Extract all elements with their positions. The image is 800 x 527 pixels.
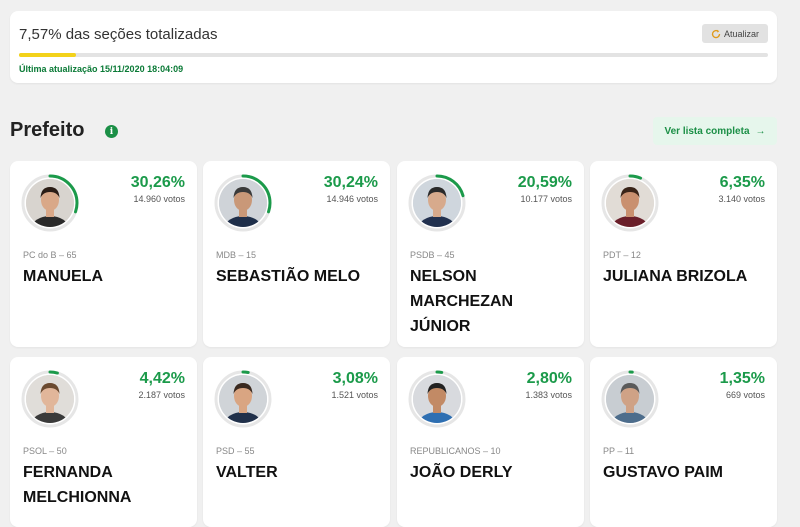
vote-count: 14.960 votos: [133, 194, 185, 204]
candidate-avatar: [21, 174, 79, 232]
candidate-avatar: [214, 174, 272, 232]
party-number: PP – 11: [603, 446, 635, 456]
section-title: Prefeito: [10, 119, 85, 141]
candidate-avatar: [408, 370, 466, 428]
candidate-card[interactable]: 4,42% 2.187 votos PSOL – 50 FERNANDA MEL…: [10, 357, 197, 527]
last-update-text: Última atualização 15/11/2020 18:04:09: [19, 64, 184, 74]
vote-count: 10.177 votos: [520, 194, 572, 204]
candidate-name: SEBASTIÃO MELO: [216, 268, 361, 285]
candidate-card[interactable]: 2,80% 1.383 votos REPUBLICANOS – 10 JOÃO…: [397, 357, 584, 527]
candidate-card[interactable]: 20,59% 10.177 votos PSDB – 45 NELSON MAR…: [397, 161, 584, 347]
candidate-photo: [413, 375, 461, 423]
party-number: PSD – 55: [216, 446, 255, 456]
candidate-avatar: [601, 370, 659, 428]
vote-percentage: 1,35%: [719, 370, 765, 387]
candidate-photo: [26, 375, 74, 423]
vote-count: 1.521 votos: [331, 390, 378, 400]
candidate-photo: [606, 179, 654, 227]
candidate-photo: [26, 179, 74, 227]
party-number: PSOL – 50: [23, 446, 67, 456]
refresh-label: Atualizar: [723, 28, 759, 39]
vote-count: 669 votos: [725, 390, 765, 400]
party-number: PDT – 12: [603, 250, 641, 260]
candidate-name: GUSTAVO PAIM: [603, 464, 723, 481]
candidate-avatar: [408, 174, 466, 232]
totalization-progress-bar: [19, 53, 768, 57]
vote-percentage: 4,42%: [139, 370, 185, 387]
candidate-card[interactable]: 6,35% 3.140 votos PDT – 12 JULIANA BRIZO…: [590, 161, 777, 347]
totalization-title: 7,57% das seções totalizadas: [19, 26, 218, 43]
party-number: MDB – 15: [216, 250, 257, 260]
candidate-name: FERNANDA MELCHIONNA: [23, 464, 132, 506]
vote-count: 2.187 votos: [138, 390, 185, 400]
candidate-avatar: [214, 370, 272, 428]
progress-fill: [19, 53, 76, 57]
totalization-status-card: 7,57% das seções totalizadas Atualizar Ú…: [10, 11, 777, 83]
info-icon[interactable]: i: [105, 125, 118, 138]
candidate-photo: [219, 179, 267, 227]
candidate-photo: [413, 179, 461, 227]
vote-count: 1.383 votos: [525, 390, 572, 400]
vote-percentage: 20,59%: [517, 174, 572, 191]
vote-percentage: 30,24%: [323, 174, 378, 191]
vote-count: 14.946 votos: [326, 194, 378, 204]
party-number: REPUBLICANOS – 10: [410, 446, 501, 456]
candidate-card[interactable]: 30,24% 14.946 votos MDB – 15 SEBASTIÃO M…: [203, 161, 390, 347]
candidate-card[interactable]: 30,26% 14.960 votos PC do B – 65 MANUELA: [10, 161, 197, 347]
vote-percentage: 30,26%: [130, 174, 185, 191]
arrow-right-icon: →: [755, 125, 766, 137]
candidate-card[interactable]: 3,08% 1.521 votos PSD – 55 VALTER: [203, 357, 390, 527]
candidate-card[interactable]: 1,35% 669 votos PP – 11 GUSTAVO PAIM: [590, 357, 777, 527]
vote-count: 3.140 votos: [718, 194, 765, 204]
candidate-name: JULIANA BRIZOLA: [603, 268, 748, 285]
candidate-photo: [606, 375, 654, 423]
candidate-name: NELSON MARCHEZAN JÚNIOR: [410, 268, 514, 335]
candidate-avatar: [601, 174, 659, 232]
candidate-photo: [219, 375, 267, 423]
refresh-icon: [711, 29, 721, 38]
party-number: PC do B – 65: [23, 250, 77, 260]
candidate-avatar: [21, 370, 79, 428]
candidate-name: JOÃO DERLY: [410, 464, 513, 481]
vote-percentage: 3,08%: [332, 370, 378, 387]
refresh-button[interactable]: Atualizar: [702, 24, 768, 43]
view-full-list-button[interactable]: Ver lista completa →: [653, 117, 777, 145]
party-number: PSDB – 45: [410, 250, 455, 260]
candidate-name: MANUELA: [23, 268, 103, 285]
vote-percentage: 2,80%: [526, 370, 572, 387]
view-full-list-label: Ver lista completa: [664, 125, 750, 137]
vote-percentage: 6,35%: [719, 174, 765, 191]
candidate-name: VALTER: [216, 464, 278, 481]
